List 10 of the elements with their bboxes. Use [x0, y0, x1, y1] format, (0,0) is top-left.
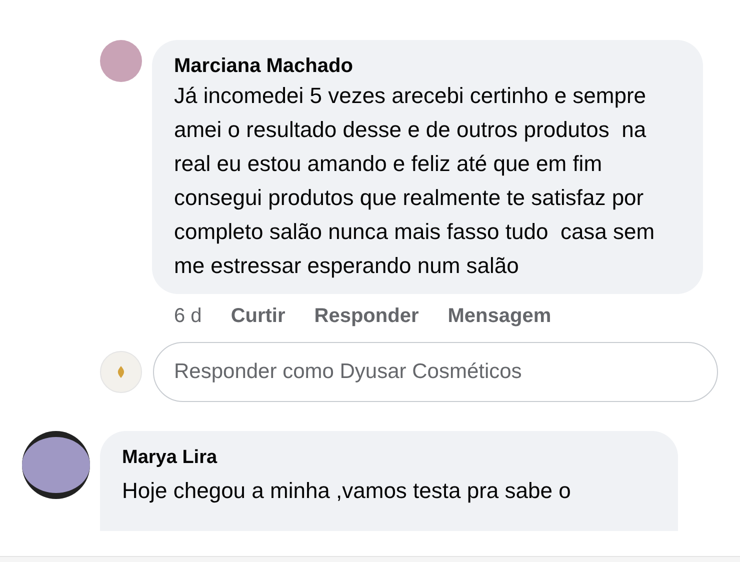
action-link[interactable]: Responder [314, 303, 419, 329]
comment-text: Já incomedei 5 vezes arecebi certinho e sempre amei o resultado desse e de outros produtos na real eu estou amando e feliz até que em fim consegui produtos que realmente te satisfaz por completo salão nunca mais fasso tudo casa sem me estressar esperando num salão [174, 82, 656, 280]
reply-input[interactable]: Responder como Dyusar Cosméticos [153, 342, 718, 402]
action-link[interactable]: Mensagem [448, 303, 552, 329]
comment-author[interactable]: Marciana Machado [174, 53, 693, 79]
comment-text: Hoje chegou a minha ,vamos testa pra sabe o [122, 477, 572, 505]
comment-author[interactable]: Marya Lira [122, 445, 678, 471]
action-link[interactable]: Curtir [230, 303, 286, 329]
avatar [100, 40, 142, 82]
comment-time: 6 d [174, 304, 202, 329]
